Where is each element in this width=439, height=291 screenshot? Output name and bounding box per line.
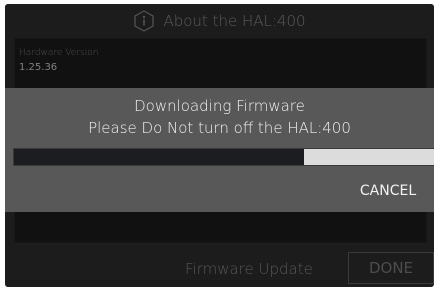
download-progress-fill [14,149,305,165]
download-dialog: Downloading Firmware Please Do Not turn … [5,88,434,212]
dialog-message: Please Do Not turn off the HAL:400 [88,119,351,137]
cancel-button[interactable]: CANCEL [348,180,428,202]
device-screen: About the HAL:400 Hardware Version 1.25.… [5,4,434,287]
download-progress-bar [13,148,434,166]
dialog-title: Downloading Firmware [134,97,305,115]
